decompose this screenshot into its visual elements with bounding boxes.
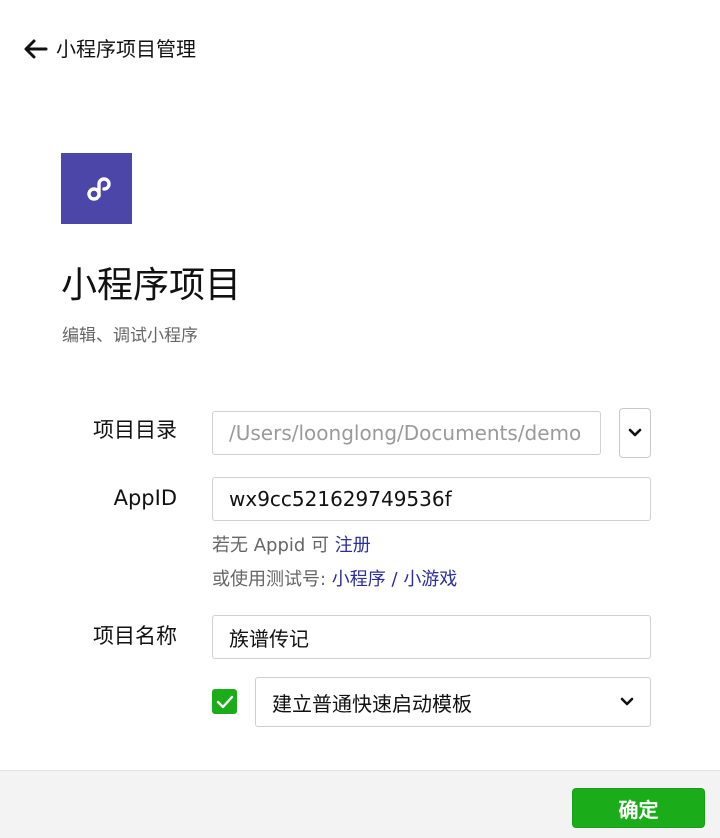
chevron-down-icon bbox=[620, 697, 634, 706]
dir-input[interactable]: /Users/loonglong/Documents/demo bbox=[212, 411, 601, 455]
confirm-button[interactable]: 确定 bbox=[572, 788, 705, 828]
hint-separator: / bbox=[385, 569, 404, 590]
arrow-left-icon bbox=[24, 39, 48, 59]
back-label: 小程序项目管理 bbox=[56, 37, 196, 61]
mini-program-logo bbox=[61, 153, 132, 224]
hint-register: 若无 Appid 可 注册 bbox=[212, 537, 371, 555]
mini-program-link-icon bbox=[86, 176, 111, 201]
appid-label: AppID bbox=[113, 486, 177, 510]
project-create-page: 小程序项目管理 小程序项目 编辑、调试小程序 项目目录 /Users/loong… bbox=[0, 0, 720, 838]
test-mini-game-link[interactable]: 小游戏 bbox=[403, 569, 457, 590]
name-label: 项目名称 bbox=[93, 624, 177, 648]
quickstart-checkbox[interactable] bbox=[212, 689, 237, 714]
hint-register-text: 若无 Appid 可 bbox=[212, 535, 335, 556]
appid-input[interactable]: wx9cc521629749536f bbox=[212, 477, 651, 521]
template-select-value: 建立普通快速启动模板 bbox=[272, 691, 472, 716]
hint-test-account: 或使用测试号: 小程序 / 小游戏 bbox=[212, 571, 457, 589]
back-button[interactable]: 小程序项目管理 bbox=[24, 34, 196, 64]
dir-browse-button[interactable] bbox=[619, 408, 651, 458]
chevron-down-icon bbox=[628, 428, 642, 437]
test-mini-program-link[interactable]: 小程序 bbox=[332, 569, 386, 590]
check-icon bbox=[216, 695, 233, 708]
page-subtitle: 编辑、调试小程序 bbox=[62, 326, 198, 346]
page-title: 小程序项目 bbox=[61, 265, 242, 306]
template-select[interactable]: 建立普通快速启动模板 bbox=[255, 677, 651, 727]
hint-test-text: 或使用测试号: bbox=[212, 569, 332, 590]
project-name-input[interactable]: 族谱传记 bbox=[212, 615, 651, 659]
dir-label: 项目目录 bbox=[93, 418, 177, 442]
register-link[interactable]: 注册 bbox=[335, 535, 371, 556]
